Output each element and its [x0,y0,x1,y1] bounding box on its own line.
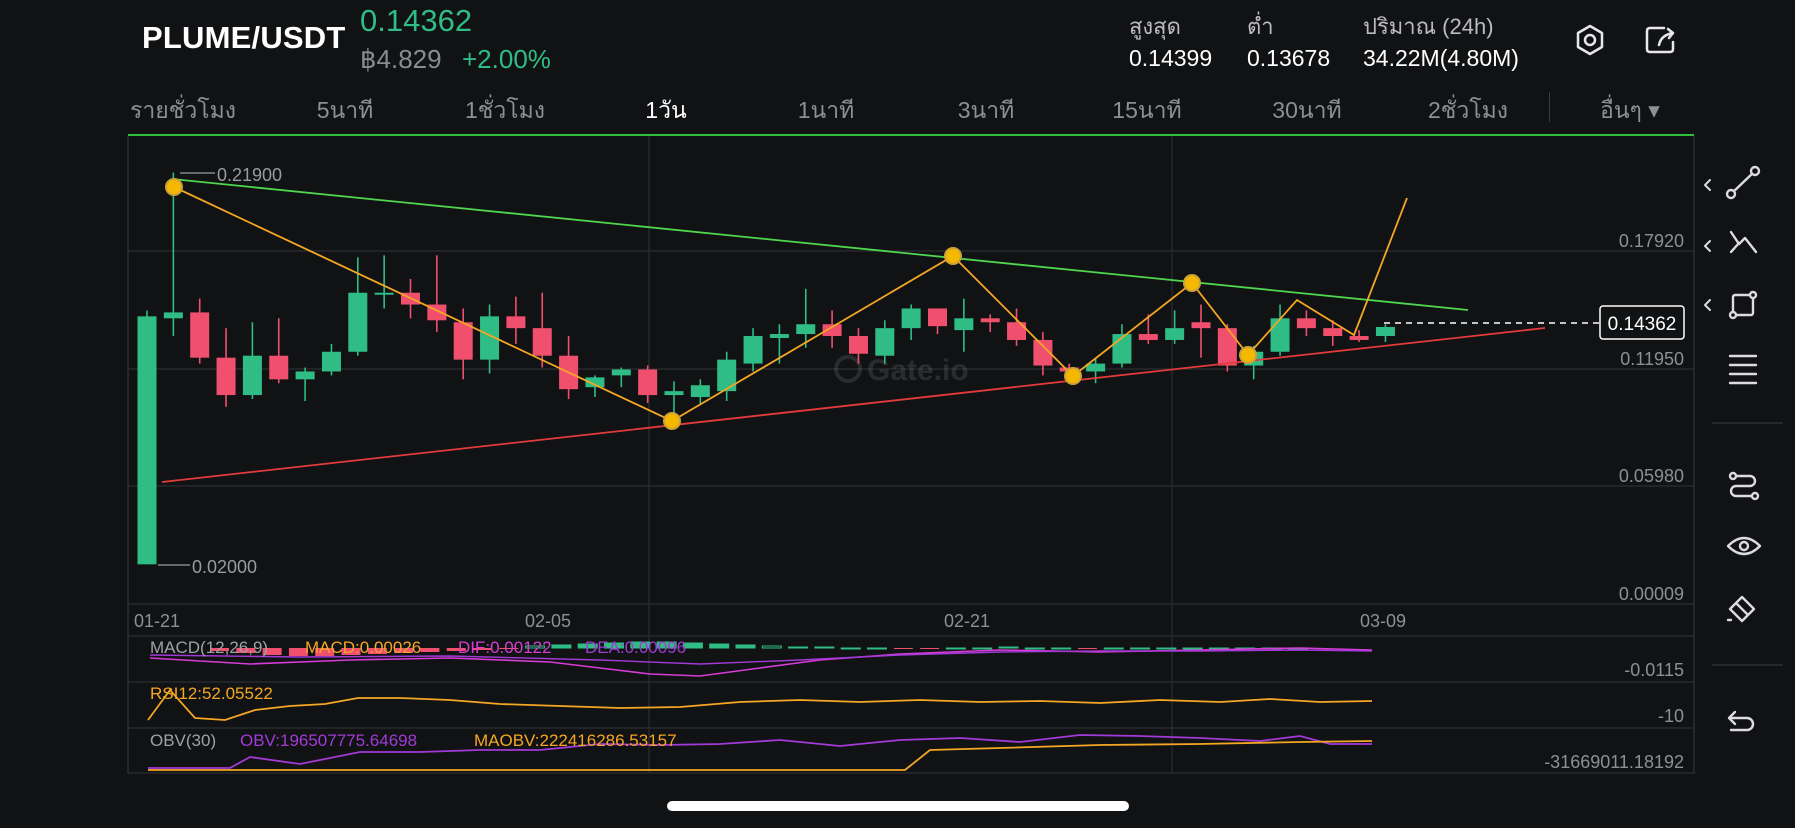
trend-line-tool[interactable] [1704,165,1761,200]
obv-name: OBV(30) [150,731,216,750]
svg-text:Gate.io: Gate.io [867,354,969,387]
candle-body [163,312,183,319]
trend-line-upper[interactable] [171,178,1469,311]
macd-bar [682,642,703,649]
candle-body [769,334,789,338]
candle-body [954,318,974,331]
high-marker-label: 0.21900 [217,165,282,185]
y-axis-label: 0.17920 [1619,231,1684,251]
obv-axis-label: -31669011.18192 [1544,752,1684,772]
macd-axis-label: -0.0115 [1624,660,1684,680]
candle-body [796,324,816,335]
macd-bar [761,645,782,649]
y-axis-label: 0.11950 [1620,349,1684,369]
macd-bar [1077,648,1097,649]
candle-body [1349,336,1369,340]
candle-body [980,318,1000,323]
candle-body [1296,318,1316,329]
x-axis-label: 02-21 [944,611,990,631]
candle-body [638,369,658,396]
candle-body [1323,328,1343,337]
rsi-axis-label: -10 [1658,706,1684,726]
macd-bar [551,644,572,649]
candle-body [1165,328,1185,340]
candle-body [1375,326,1395,337]
rsi-line [147,688,1373,721]
macd-bar [735,644,756,649]
zigzag-pattern-tool[interactable] [1704,230,1758,254]
candle-body [743,336,763,364]
macd-bar [972,647,993,650]
macd-bar [709,643,730,649]
macd-bar [1130,647,1150,650]
candle-body [717,359,737,392]
candle-body [1086,363,1106,372]
candle-body [1138,334,1158,340]
current-price-label: 0.14362 [1608,314,1677,335]
macd-bar [1103,647,1124,650]
candle-body [1217,328,1237,366]
price-chart[interactable]: Gate.io 0.21900 0.02000 0.14362 0.17920 … [0,0,1795,790]
candle-body [1270,318,1290,352]
candle-body [690,385,710,398]
candle-body [506,316,526,329]
path-tool[interactable] [1728,471,1760,501]
macd-bar [893,648,913,649]
macd-bar [867,647,887,650]
macd-bar [814,646,835,649]
candle-body [321,351,341,372]
candle-body [1007,322,1027,340]
undo-icon[interactable] [1727,710,1755,732]
x-axis-label: 02-05 [525,611,571,631]
x-axis-label: 03-09 [1360,611,1406,631]
candle-body [137,316,157,565]
candle-body [216,357,236,396]
rectangle-tool[interactable] [1704,290,1758,320]
macd-bar [1051,647,1072,650]
macd-bar [420,648,440,652]
candle-body [295,371,315,380]
candle-body [875,328,895,356]
macd-bar [1024,647,1045,650]
candle-body [348,292,368,352]
macd-value: MACD:0.00026 [305,638,421,657]
macd-bar [840,647,861,650]
macd-dif-value: DIF:0.00122 [458,638,552,657]
candle-body [901,308,921,329]
home-indicator[interactable] [667,801,1129,811]
maobv-value: MAOBV:222416286.53157 [474,731,677,750]
watermark: Gate.io [834,354,969,387]
macd-bar [1156,647,1177,650]
candle-body [928,308,947,327]
zigzag-nodes [165,178,1257,430]
candle-body [269,355,289,380]
macd-bar [1182,647,1203,650]
candle-body [532,328,552,356]
candle-body [611,369,631,376]
macd-bar [788,646,809,649]
fib-lines-tool[interactable] [1728,354,1758,385]
eraser-tool[interactable] [1726,595,1756,623]
candle-body [848,336,868,354]
chart-grid [128,136,1694,774]
candle-body [1191,322,1211,329]
macd-bar [920,648,940,649]
macd-bar [945,647,966,650]
y-axis-label: 0.00009 [1619,584,1684,604]
candle-body [374,292,394,295]
eye-tool[interactable] [1726,536,1762,556]
obv-value: OBV:196507775.64698 [240,731,417,750]
candle-body [664,391,684,396]
y-axis-label: 0.05980 [1619,466,1684,486]
candle-body [190,312,210,358]
macd-bar [998,646,1019,649]
candle-body [453,322,473,360]
macd-dea-value: DEA:0.00096 [585,638,686,657]
low-marker-label: 0.02000 [192,557,257,577]
macd-name: MACD(12,26,9) [150,638,268,657]
rsi-value: RSI12:52.05522 [150,684,273,703]
x-axis-label: 01-21 [134,611,180,631]
candle-body [242,355,262,396]
